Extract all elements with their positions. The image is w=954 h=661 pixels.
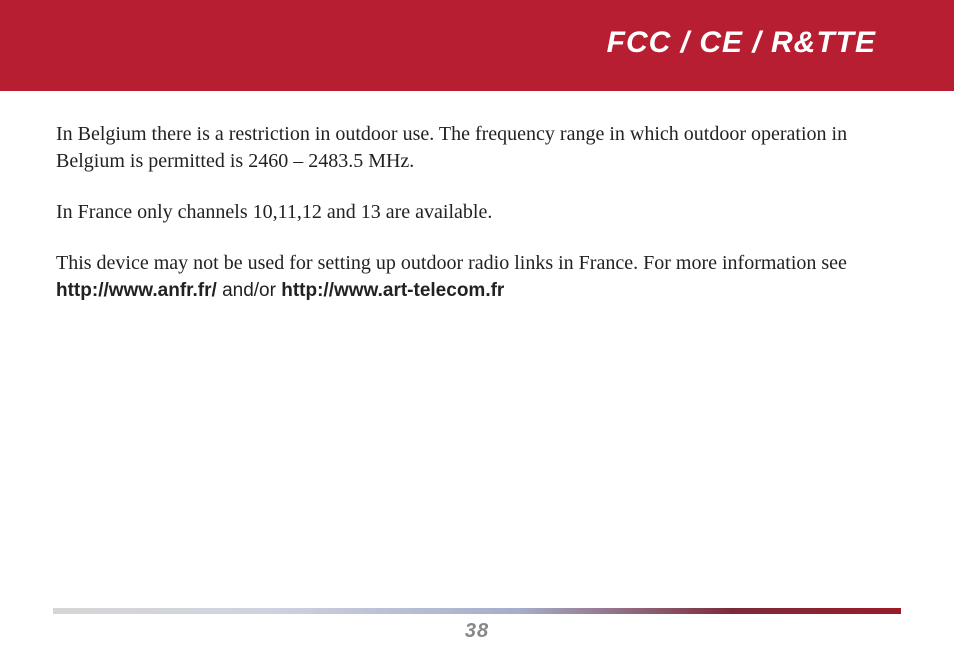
- link-anfr: http://www.anfr.fr/: [56, 280, 217, 301]
- connector-text: and/or: [217, 280, 281, 301]
- paragraph-prefix: This device may not be used for setting …: [56, 252, 847, 274]
- content-area: In Belgium there is a restriction in out…: [0, 91, 954, 304]
- footer: 38: [0, 608, 954, 643]
- page-title: FCC / CE / R&TTE: [607, 26, 876, 60]
- link-art-telecom: http://www.art-telecom.fr: [281, 280, 504, 301]
- footer-gradient-bar: [53, 608, 901, 614]
- paragraph-belgium: In Belgium there is a restriction in out…: [56, 121, 898, 175]
- paragraph-france-channels: In France only channels 10,11,12 and 13 …: [56, 199, 898, 226]
- paragraph-france-links: This device may not be used for setting …: [56, 250, 898, 304]
- page-number: 38: [465, 620, 489, 643]
- header-band: FCC / CE / R&TTE: [0, 0, 954, 91]
